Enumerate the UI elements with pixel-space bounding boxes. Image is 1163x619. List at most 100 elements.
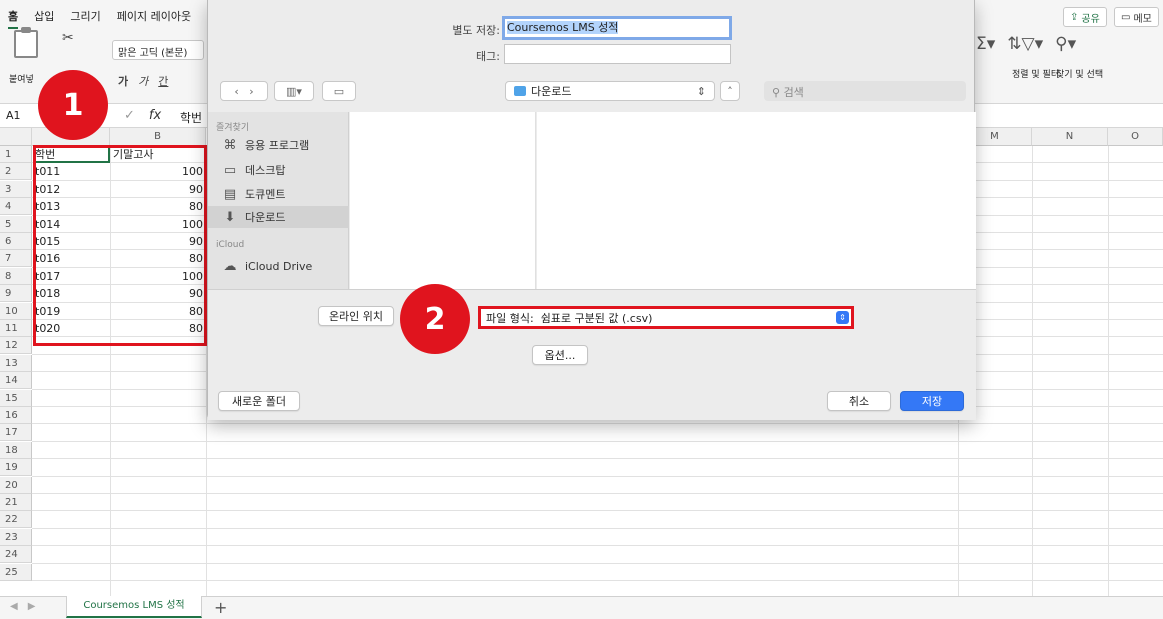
search-input[interactable]: ⚲ 검색 [764, 81, 966, 101]
memo-button[interactable]: ▭ 메모 [1114, 7, 1159, 27]
new-folder-toolbar-button[interactable]: ▭ [322, 81, 356, 101]
row-header[interactable]: 13 [0, 354, 32, 372]
cancel-button[interactable]: 취소 [827, 391, 891, 411]
collapse-button[interactable]: ˄ [720, 81, 740, 101]
row-header[interactable]: 10 [0, 302, 32, 320]
row-header[interactable]: 11 [0, 320, 32, 337]
row-gridline [32, 475, 1163, 477]
row-header[interactable]: 7 [0, 250, 32, 268]
annotation-badge-1: 1 [38, 70, 108, 140]
view-mode-button[interactable]: ▥▾ [274, 81, 314, 101]
row-gridline [32, 458, 1163, 460]
bold-button[interactable]: 가 [118, 73, 128, 89]
scissors-icon[interactable]: ✂ [62, 30, 74, 46]
row-header[interactable]: 22 [0, 511, 32, 529]
tags-label: 태그: [476, 50, 500, 63]
italic-button[interactable]: 가 [138, 73, 148, 89]
forward-icon[interactable]: › [249, 85, 253, 98]
tab-insert[interactable]: 삽입 [34, 8, 54, 29]
new-folder-button[interactable]: 새로운 폴더 [218, 391, 300, 411]
back-forward-buttons[interactable]: ‹ › [220, 81, 268, 101]
share-button[interactable]: ⇪ 공유 [1063, 7, 1107, 27]
column-header-o[interactable]: O [1108, 128, 1163, 146]
formula-value[interactable]: 학번 [180, 109, 202, 126]
row-header[interactable]: 19 [0, 459, 32, 477]
row-header[interactable]: 4 [0, 198, 32, 216]
folder-plus-icon: ▭ [333, 84, 345, 98]
save-as-label: 별도 저장: [452, 24, 500, 37]
row-header[interactable]: 2 [0, 163, 32, 181]
row-header[interactable]: 3 [0, 180, 32, 198]
file-browser-column-1[interactable] [350, 112, 536, 289]
sum-icon[interactable]: Σ▾ [976, 34, 995, 54]
columns-view-icon: ▥▾ [286, 84, 302, 98]
row-header[interactable]: 25 [0, 563, 32, 581]
column-header-n[interactable]: N [1032, 128, 1108, 146]
folder-icon [514, 86, 526, 96]
paste-icon[interactable] [14, 27, 38, 58]
select-all-corner[interactable] [0, 128, 32, 146]
memo-label: 메모 [1133, 13, 1152, 25]
column-header-b[interactable]: B [110, 128, 206, 146]
sidebar-item-applications[interactable]: ⌘ 응용 프로그램 [208, 134, 349, 156]
row-header[interactable]: 24 [0, 546, 32, 564]
share-label: 공유 [1081, 13, 1100, 25]
next-sheet-icon[interactable]: ▶ [28, 601, 36, 612]
font-style-row: 가 가 간 [118, 73, 168, 89]
row-header[interactable]: 16 [0, 407, 32, 424]
name-box[interactable]: A1 [0, 109, 42, 122]
row-header[interactable]: 12 [0, 337, 32, 355]
prev-sheet-icon[interactable]: ◀ [10, 601, 18, 612]
column-gridline [1108, 146, 1109, 596]
editing-group: Σ▾ ⇅▽▾ ⚲▾ [976, 34, 1076, 54]
row-gridline [32, 440, 1163, 442]
font-name-dropdown[interactable]: 맑은 고딕 (본문) [112, 40, 204, 60]
row-header[interactable]: 1 [0, 146, 32, 163]
filename-input[interactable]: Coursemos LMS 성적 [502, 16, 732, 40]
annotation-badge-2: 2 [400, 284, 470, 354]
row-header[interactable]: 9 [0, 285, 32, 303]
row-header[interactable]: 21 [0, 494, 32, 511]
row-header[interactable]: 5 [0, 215, 32, 233]
file-format-dropdown[interactable]: 파일 형식: 쉼표로 구분된 값 (.csv) ⇕ [478, 306, 854, 329]
sidebar-item-label: 데스크탑 [245, 164, 286, 177]
row-header[interactable]: 15 [0, 389, 32, 407]
options-button[interactable]: 옵션... [532, 345, 588, 365]
sidebar-item-desktop[interactable]: ▭ 데스크탑 [208, 159, 349, 181]
online-location-button[interactable]: 온라인 위치 [318, 306, 394, 326]
file-browser-column-2[interactable] [537, 112, 976, 289]
find-select-label: 찾기 및 선택 [1056, 70, 1104, 80]
sort-filter-icon[interactable]: ⇅▽▾ [1007, 34, 1043, 54]
formula-controls: ✓ fx [124, 108, 161, 123]
tags-input[interactable] [504, 44, 731, 64]
chevron-up-icon: ˄ [727, 84, 733, 98]
search-icon[interactable]: ⚲▾ [1055, 34, 1076, 54]
sidebar-item-icloud-drive[interactable]: ☁ iCloud Drive [208, 255, 349, 277]
underline-button[interactable]: 간 [158, 73, 168, 89]
cloud-icon: ☁ [223, 258, 237, 274]
back-icon[interactable]: ‹ [234, 85, 238, 98]
updown-chevron-icon: ⇕ [836, 311, 849, 324]
row-header[interactable]: 20 [0, 476, 32, 494]
search-placeholder: 검색 [783, 86, 804, 99]
row-header[interactable]: 18 [0, 441, 32, 459]
row-header[interactable]: 14 [0, 372, 32, 390]
sidebar-item-documents[interactable]: ▤ 도큐멘트 [208, 183, 349, 205]
row-header[interactable]: 23 [0, 528, 32, 546]
row-header[interactable]: 8 [0, 267, 32, 285]
sheet-tab[interactable]: Coursemos LMS 성적 [66, 596, 202, 618]
add-sheet-icon[interactable]: + [214, 598, 227, 617]
row-header[interactable]: 6 [0, 233, 32, 250]
applications-icon: ⌘ [223, 137, 237, 153]
save-button[interactable]: 저장 [900, 391, 964, 411]
fx-icon[interactable]: fx [149, 108, 161, 123]
row-header[interactable]: 17 [0, 424, 32, 442]
dialog-sidebar: 즐겨찾기 ⌘ 응용 프로그램 ▭ 데스크탑 ▤ 도큐멘트 ⬇ 다운로드 iClo… [208, 112, 349, 289]
tab-draw[interactable]: 그리기 [70, 8, 100, 29]
tab-page-layout[interactable]: 페이지 레이아웃 [117, 8, 191, 29]
tab-home[interactable]: 홈 [8, 8, 19, 29]
check-icon[interactable]: ✓ [124, 108, 135, 123]
sidebar-item-downloads[interactable]: ⬇ 다운로드 [208, 206, 349, 228]
location-dropdown[interactable]: 다운로드 ⇕ [505, 81, 715, 101]
save-dialog: 별도 저장: Coursemos LMS 성적 태그: ‹ › ▥▾ ▭ 다운로… [207, 0, 976, 420]
